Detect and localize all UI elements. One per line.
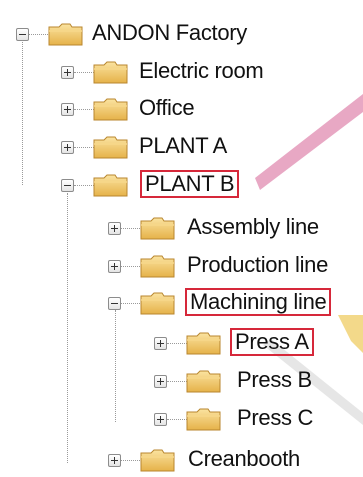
expand-toggle-icon[interactable] (108, 454, 121, 467)
expand-toggle-icon[interactable] (61, 141, 74, 154)
folder-icon (93, 136, 128, 159)
folder-icon (140, 255, 175, 278)
collapse-toggle-icon[interactable] (16, 28, 29, 41)
tree-node-press-a[interactable]: Press A (154, 326, 354, 360)
collapse-toggle-icon[interactable] (108, 297, 121, 310)
folder-icon (140, 217, 175, 240)
node-label[interactable]: PLANT A (136, 132, 230, 160)
node-label[interactable]: Assembly line (184, 213, 322, 241)
tree-node-machining-line[interactable]: Machining line (108, 286, 363, 320)
folder-icon (186, 408, 221, 431)
expand-toggle-icon[interactable] (108, 222, 121, 235)
expand-toggle-icon[interactable] (154, 413, 167, 426)
tree-node-plant-a[interactable]: PLANT A (61, 130, 341, 164)
folder-icon (48, 23, 83, 46)
tree-node-andon-factory[interactable]: ANDON Factory (16, 17, 296, 51)
node-label[interactable]: Press B (234, 366, 315, 394)
tree-node-press-b[interactable]: Press B (154, 364, 354, 398)
expand-toggle-icon[interactable] (61, 103, 74, 116)
folder-icon (93, 61, 128, 84)
folder-icon (186, 332, 221, 355)
expand-toggle-icon[interactable] (61, 66, 74, 79)
folder-icon (140, 449, 175, 472)
tree-node-production-line[interactable]: Production line (108, 249, 363, 283)
node-label[interactable]: Electric room (136, 57, 266, 85)
tree-connector-line (67, 193, 68, 463)
node-label-highlighted[interactable]: Machining line (185, 288, 332, 316)
node-label-highlighted[interactable]: PLANT B (140, 170, 240, 198)
node-label[interactable]: Creanbooth (185, 445, 303, 473)
node-label[interactable]: ANDON Factory (89, 19, 250, 47)
tree-connector-line (115, 310, 116, 422)
tree-connector-line (22, 40, 23, 185)
folder-icon (140, 292, 175, 315)
expand-toggle-icon[interactable] (108, 260, 121, 273)
node-label[interactable]: Production line (184, 251, 331, 279)
node-label[interactable]: Office (136, 94, 197, 122)
tree-node-press-c[interactable]: Press C (154, 402, 354, 436)
folder-icon (93, 174, 128, 197)
collapse-toggle-icon[interactable] (61, 179, 74, 192)
node-label[interactable]: Press C (234, 404, 316, 432)
tree-node-electric-room[interactable]: Electric room (61, 55, 341, 89)
expand-toggle-icon[interactable] (154, 337, 167, 350)
folder-icon (93, 98, 128, 121)
expand-toggle-icon[interactable] (154, 375, 167, 388)
tree-node-plant-b[interactable]: PLANT B (61, 168, 341, 202)
tree-node-assembly-line[interactable]: Assembly line (108, 211, 363, 245)
node-label-highlighted[interactable]: Press A (230, 328, 314, 356)
tree-node-office[interactable]: Office (61, 92, 341, 126)
folder-icon (186, 370, 221, 393)
